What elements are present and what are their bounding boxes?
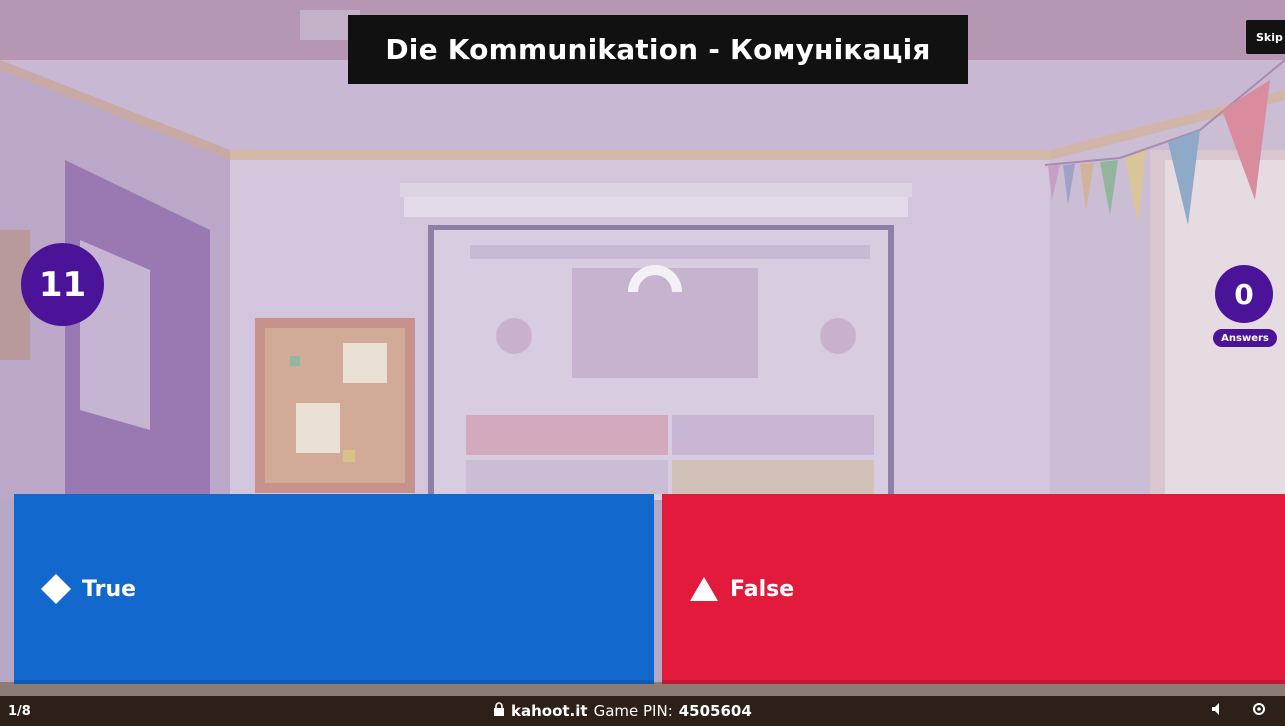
- answers-count: 0: [1215, 265, 1273, 323]
- diamond-icon: [38, 571, 74, 607]
- settings-icon[interactable]: [1251, 701, 1267, 721]
- answers-label: Answers: [1213, 329, 1277, 347]
- triangle-icon: [686, 571, 722, 607]
- answer-label: True: [82, 576, 137, 602]
- game-pin-info: kahoot.it Game PIN: 4505604: [493, 702, 752, 720]
- lock-icon: [493, 702, 505, 720]
- loading-spinner-icon: [628, 265, 682, 292]
- answer-option-false[interactable]: False: [662, 494, 1285, 684]
- volume-icon[interactable]: [1211, 702, 1225, 720]
- question-title: Die Kommunikation - Комунікація: [348, 15, 968, 84]
- kahoot-domain: kahoot.it: [511, 702, 588, 720]
- pin-value: 4505604: [678, 702, 752, 720]
- answer-option-true[interactable]: True: [14, 494, 654, 684]
- question-progress: 1/8: [8, 703, 31, 719]
- skip-button[interactable]: Skip: [1246, 20, 1285, 54]
- answer-label: False: [730, 576, 795, 602]
- countdown-timer: 11: [21, 243, 104, 326]
- pin-label: Game PIN:: [593, 702, 673, 720]
- footer-bar: 1/8 kahoot.it Game PIN: 4505604: [0, 696, 1285, 726]
